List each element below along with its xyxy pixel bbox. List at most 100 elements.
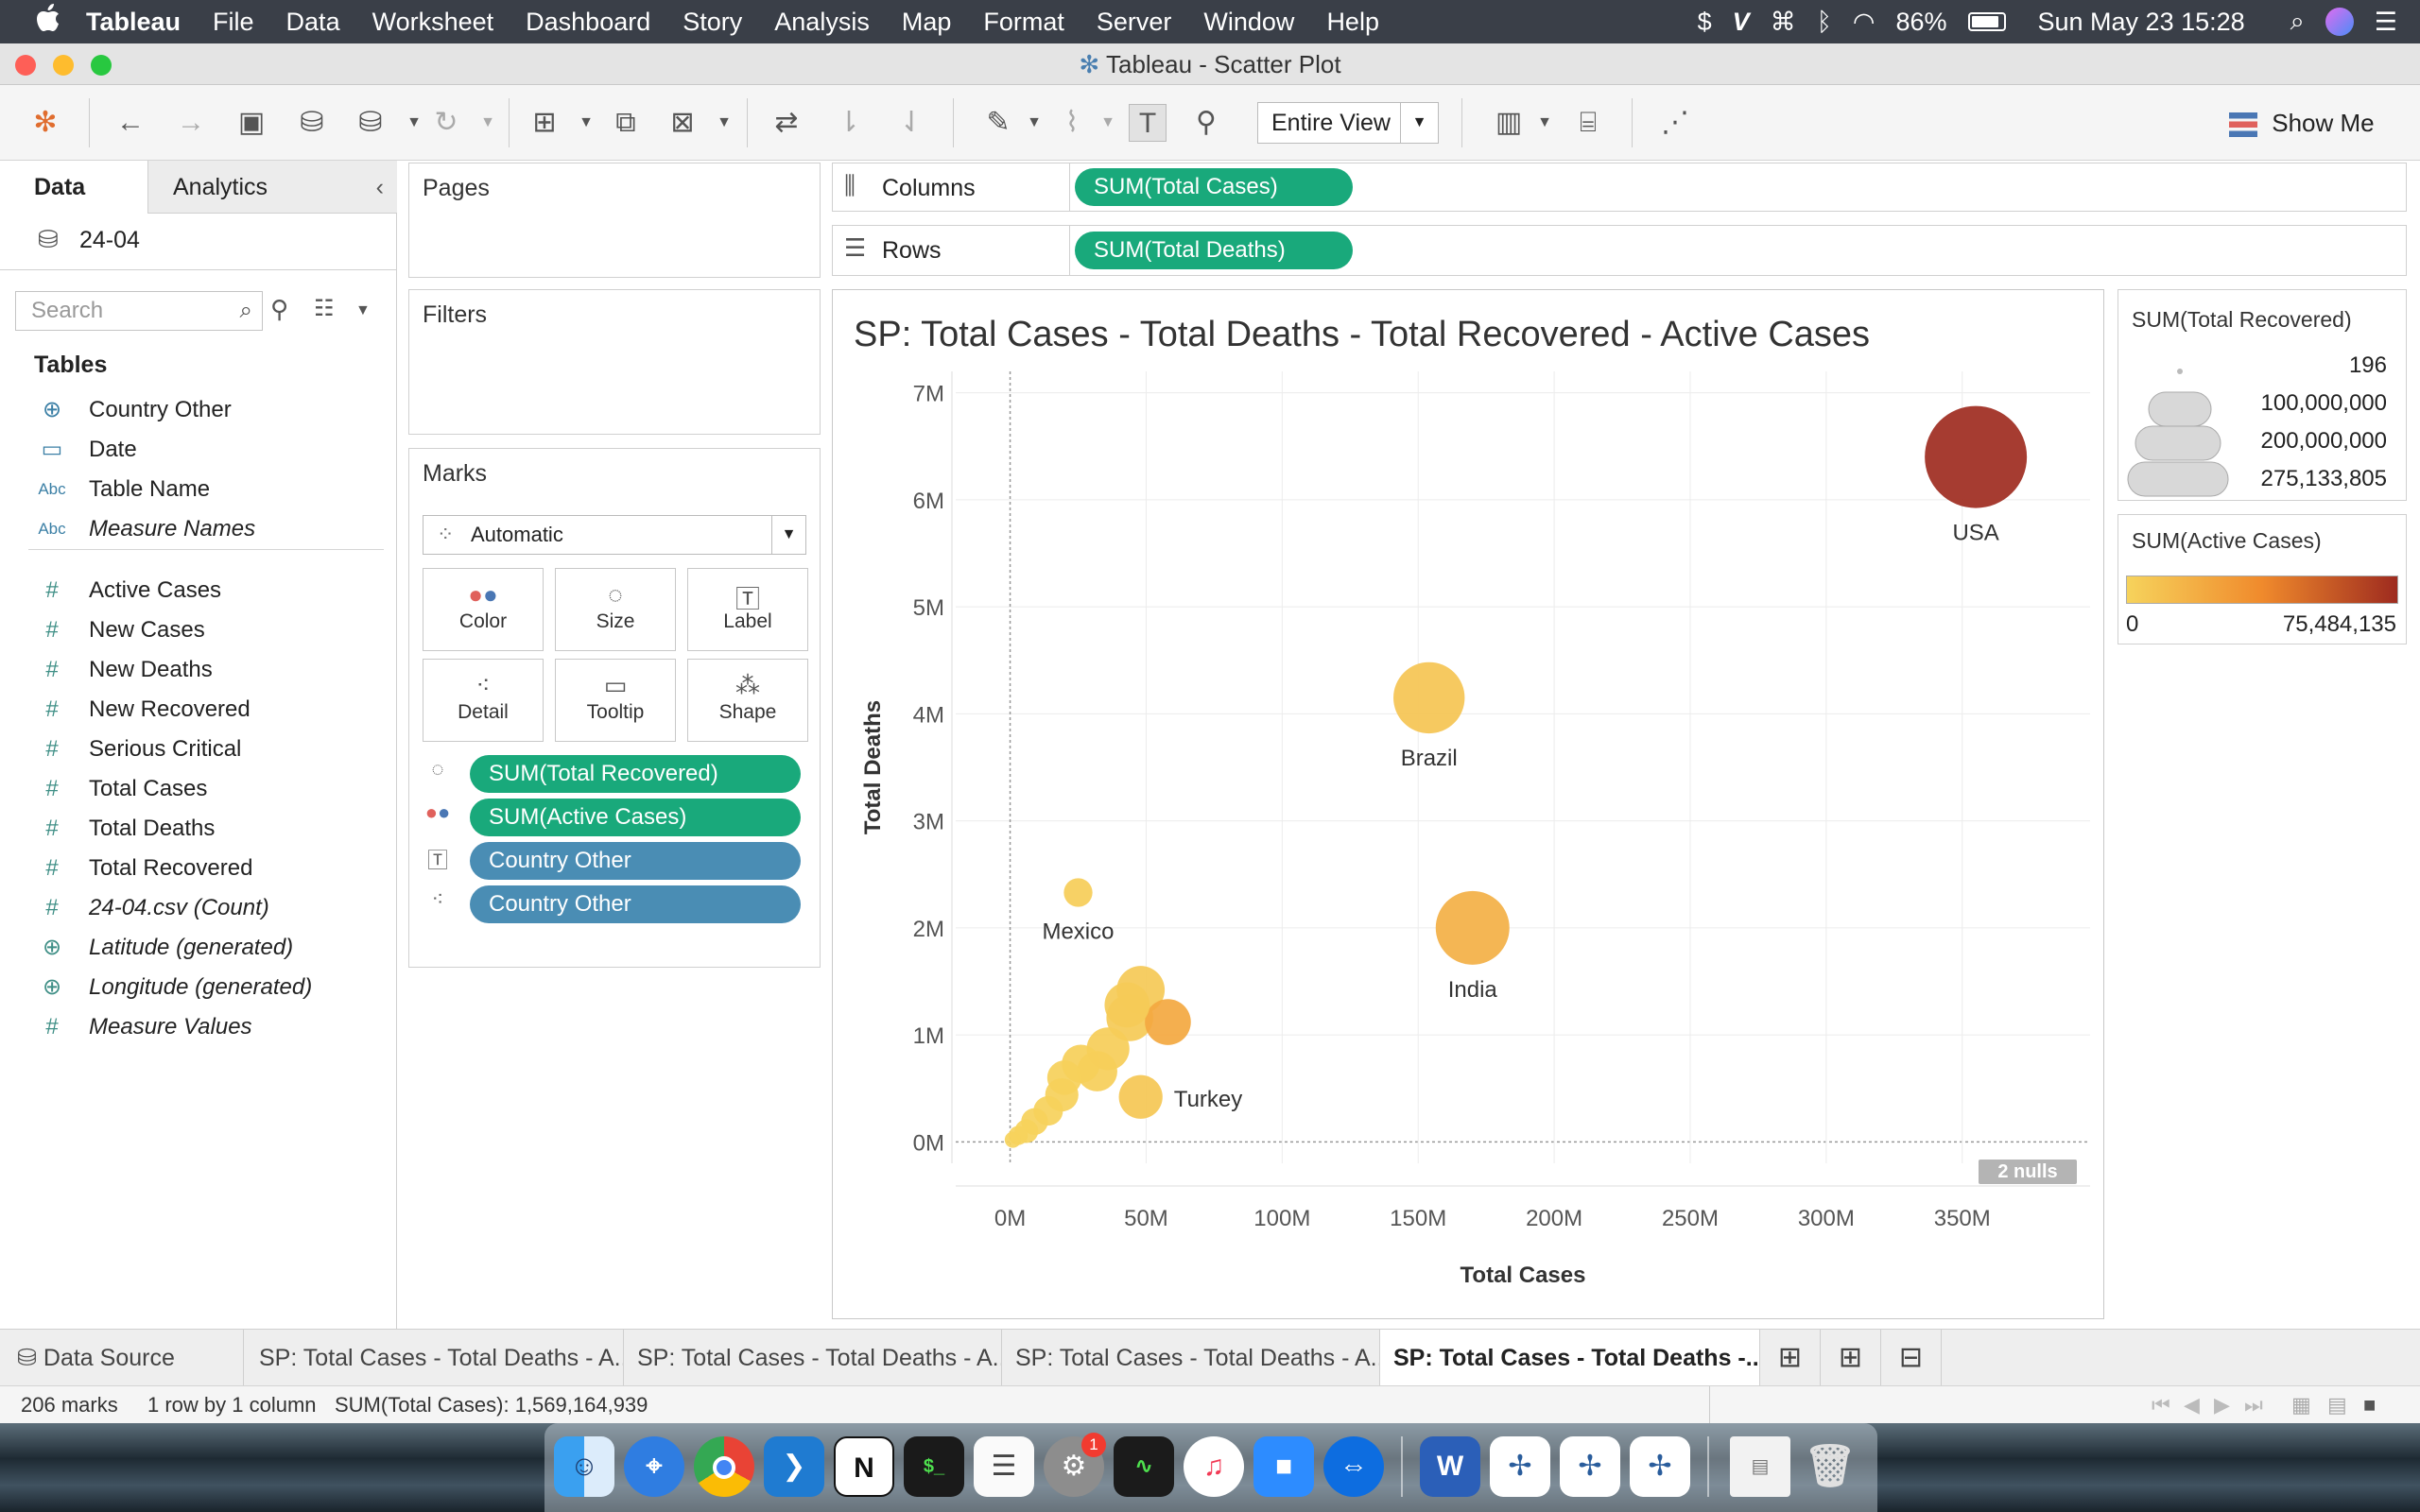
scatter-plot[interactable]: 0M 1M 2M 3M 4M 5M 6M 7M 0M 50M 100M 150M 200M 250M 300… [833, 290, 2103, 1318]
finder-icon[interactable]: ☺ [554, 1436, 614, 1497]
show-me-button[interactable]: Show Me [2229, 102, 2375, 144]
mark-pill-detail[interactable]: Country Other [470, 885, 801, 923]
menu-format[interactable]: Format [967, 8, 1080, 37]
chevron-down-icon[interactable]: ▼ [469, 104, 507, 142]
shape-button[interactable]: ⁂ Shape [687, 659, 808, 742]
measure-field[interactable]: # New Recovered [0, 690, 388, 730]
bluetooth-icon[interactable]: ᛒ [1817, 8, 1832, 37]
scatter-point[interactable] [1393, 662, 1465, 734]
menu-server[interactable]: Server [1080, 8, 1188, 37]
nulls-badge[interactable]: 2 nulls [1979, 1160, 2077, 1184]
menu-dashboard[interactable]: Dashboard [510, 8, 666, 37]
measure-field[interactable]: ⊕ Longitude (generated) [0, 968, 388, 1007]
dimension-field[interactable]: Abc Measure Names [0, 509, 388, 549]
next-sheet-icon[interactable]: ▶ [2214, 1386, 2230, 1424]
highlight-icon[interactable]: ✎ [979, 104, 1017, 142]
rows-shelf[interactable]: ☰ Rows SUM(Total Deaths) [832, 225, 2407, 276]
mark-type-dropdown[interactable]: ⁘ Automatic ▼ [423, 515, 806, 555]
tableau-icon[interactable]: ✢ [1630, 1436, 1690, 1497]
undo-icon[interactable]: ← [112, 104, 149, 142]
show-sheet-sorter-icon[interactable]: ▦ [2291, 1386, 2311, 1424]
new-worksheet-icon[interactable]: ⊞ [1760, 1330, 1821, 1386]
label-button[interactable]: 🅃 Label [687, 568, 808, 651]
scatter-point[interactable] [1145, 999, 1191, 1045]
menu-data[interactable]: Data [270, 8, 356, 37]
menu-window[interactable]: Window [1187, 8, 1310, 37]
mark-pill-label[interactable]: Country Other [470, 842, 801, 880]
tooltip-button[interactable]: ▭ Tooltip [555, 659, 676, 742]
dimension-field[interactable]: Abc Table Name [0, 470, 388, 509]
dimension-field[interactable]: ⊕ Country Other [0, 390, 388, 430]
fit-dropdown[interactable]: Entire View ▼ [1257, 102, 1439, 144]
size-button[interactable]: ◌ Size [555, 568, 676, 651]
menu-worksheet[interactable]: Worksheet [356, 8, 510, 37]
tableau-home-icon[interactable]: ✻ [26, 104, 64, 142]
new-dashboard-icon[interactable]: ⊞ [1821, 1330, 1881, 1386]
scatter-point[interactable] [1118, 1074, 1163, 1119]
presentation-mode-icon[interactable]: ⌸ [1569, 104, 1607, 142]
minimize-window-button[interactable] [53, 55, 74, 76]
trash-icon[interactable]: 🗑 [1800, 1436, 1860, 1497]
sheet-tab[interactable]: SP: Total Cases - Total Deaths - A... [624, 1330, 1002, 1386]
safari-icon[interactable]: ⌖ [624, 1436, 684, 1497]
measure-field[interactable]: # Total Recovered [0, 849, 388, 888]
redo-icon[interactable]: → [172, 104, 210, 142]
measure-field[interactable]: # New Deaths [0, 650, 388, 690]
zoom-icon[interactable]: ■ [1253, 1436, 1314, 1497]
datasource-row[interactable]: ⛁ 24-04 [0, 214, 397, 270]
dollar-status-icon[interactable]: $ [1698, 8, 1712, 37]
sheet-tab[interactable]: SP: Total Cases - Total Deaths - A... [1002, 1330, 1380, 1386]
vectorworks-status-icon[interactable]: V [1733, 8, 1750, 37]
detail-button[interactable]: ⁖ Detail [423, 659, 544, 742]
sort-descending-icon[interactable]: ⇃ [892, 104, 930, 142]
menu-story[interactable]: Story [666, 8, 758, 37]
pages-card[interactable]: Pages [408, 163, 821, 278]
chevron-down-icon[interactable]: ▼ [1089, 104, 1127, 142]
chevron-down-icon[interactable]: ▼ [355, 302, 371, 319]
scatter-point[interactable] [1925, 405, 2028, 508]
clear-sheet-icon[interactable]: ⊠ [664, 104, 701, 142]
close-window-button[interactable] [15, 55, 36, 76]
view-options-icon[interactable]: ☷ [314, 295, 335, 322]
columns-pill[interactable]: SUM(Total Cases) [1075, 168, 1353, 206]
zoom-window-button[interactable] [91, 55, 112, 76]
measure-field[interactable]: # New Cases [0, 610, 388, 650]
filter-fields-icon[interactable]: ⚲ [270, 295, 288, 324]
fix-axes-icon[interactable]: ⚲ [1187, 104, 1225, 142]
new-worksheet-icon[interactable]: ⊞ [526, 104, 563, 142]
new-story-icon[interactable]: ⊟ [1881, 1330, 1942, 1386]
mark-pill-color[interactable]: SUM(Active Cases) [470, 799, 801, 836]
filters-card[interactable]: Filters [408, 289, 821, 435]
swap-rows-columns-icon[interactable]: ⇄ [768, 104, 805, 142]
menu-file[interactable]: File [197, 8, 270, 37]
pause-updates-icon[interactable]: ⛁ [352, 104, 389, 142]
activity-monitor-icon[interactable]: ∿ [1114, 1436, 1174, 1497]
scatter-point[interactable] [1004, 1131, 1022, 1148]
duplicate-sheet-icon[interactable]: ⧉ [607, 104, 645, 142]
sort-ascending-icon[interactable]: ⇂ [830, 104, 868, 142]
word-icon[interactable]: W [1420, 1436, 1480, 1497]
refresh-icon[interactable]: ↻ [427, 104, 465, 142]
measure-field[interactable]: # Serious Critical [0, 730, 388, 769]
columns-shelf[interactable]: ⫼ Columns SUM(Total Cases) [832, 163, 2407, 212]
apple-icon[interactable] [0, 4, 77, 40]
clock[interactable]: Sun May 23 15:28 [2038, 8, 2245, 37]
chevron-down-icon[interactable]: ▼ [705, 104, 743, 142]
siri-icon[interactable] [2325, 8, 2354, 36]
reminders-icon[interactable]: ☰ [974, 1436, 1034, 1497]
last-sheet-icon[interactable]: ⏭ [2244, 1386, 2263, 1424]
scatter-point[interactable] [1435, 890, 1510, 965]
measure-field[interactable]: # Measure Values [0, 1007, 388, 1047]
chevron-down-icon[interactable]: ▼ [1015, 104, 1053, 142]
show-mark-labels-icon[interactable]: T [1129, 104, 1167, 142]
collapse-pane-icon[interactable]: ‹ [376, 161, 384, 214]
rows-pill[interactable]: SUM(Total Deaths) [1075, 232, 1353, 269]
sheet-tab[interactable]: SP: Total Cases - Total Deaths - A... [246, 1330, 624, 1386]
sheet-tab-active[interactable]: SP: Total Cases - Total Deaths -... [1380, 1330, 1760, 1386]
new-datasource-icon[interactable]: ⛁ [293, 104, 331, 142]
measure-field[interactable]: # Total Deaths [0, 809, 388, 849]
tab-data[interactable]: Data [0, 161, 147, 214]
data-source-tab[interactable]: ⛁ Data Source [0, 1330, 244, 1386]
group-members-icon[interactable]: ⌇ [1053, 104, 1091, 142]
wifi-icon[interactable]: ◠ [1853, 8, 1876, 37]
